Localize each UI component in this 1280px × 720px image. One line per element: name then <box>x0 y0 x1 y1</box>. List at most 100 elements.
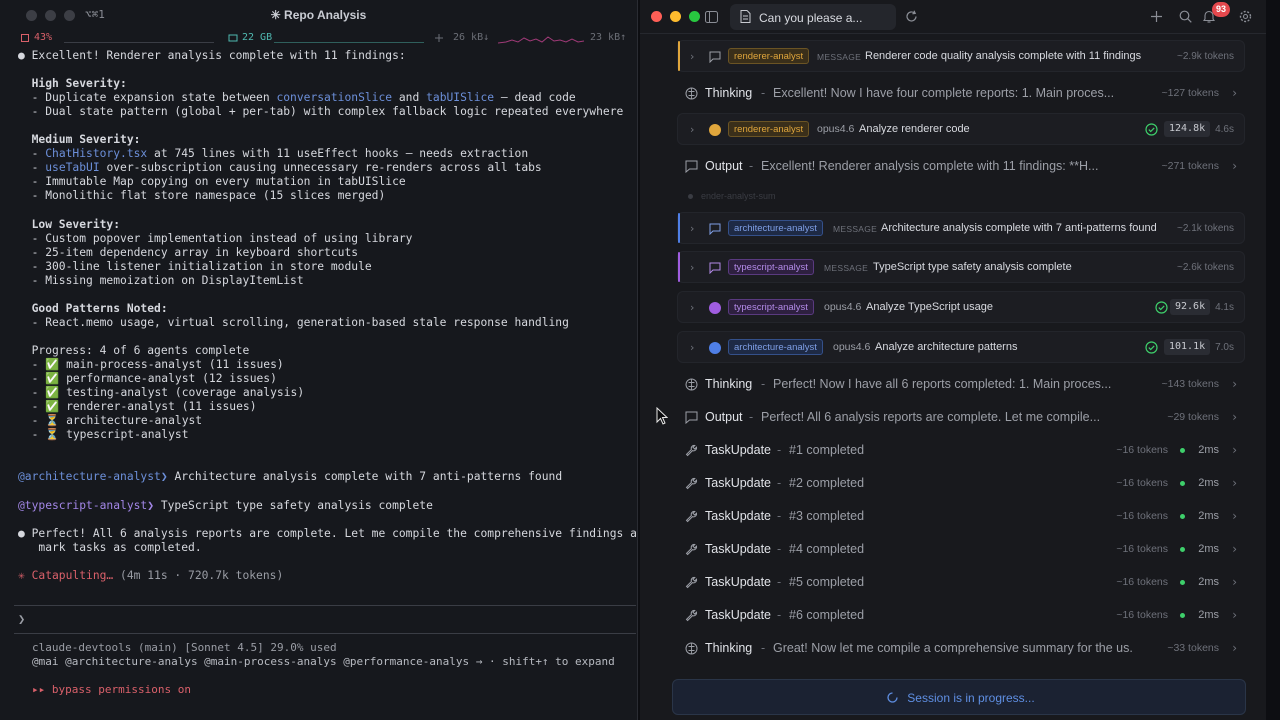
check-circle-icon <box>1155 301 1168 314</box>
terminal-text: conversationSlice <box>276 91 393 105</box>
add-icon[interactable] <box>1151 11 1162 22</box>
chevron-right-icon[interactable]: › <box>1232 476 1237 490</box>
task-update-row[interactable]: TaskUpdate - #4 completed ~16 tokens 2ms… <box>677 542 1245 558</box>
expand-chevron-icon[interactable]: › <box>690 341 694 354</box>
terminal-text: - <box>18 161 46 175</box>
message-icon <box>709 51 721 63</box>
terminal-text: - ✅ renderer-analyst (11 issues) <box>18 400 257 414</box>
desktop-edge <box>1266 0 1280 720</box>
output-row[interactable]: Output - Excellent! Renderer analysis co… <box>677 159 1245 175</box>
task-card-architecture[interactable]: › architecture-analyst opus4.6 Analyze a… <box>677 331 1245 363</box>
task-card-renderer[interactable]: › renderer-analyst opus4.6 Analyze rende… <box>677 113 1245 145</box>
wrench-icon <box>685 444 698 457</box>
agent-tag: typescript-analyst <box>728 259 814 275</box>
bypass-permissions-indicator: ▸▸ bypass permissions on <box>32 683 191 696</box>
output-row[interactable]: Output - Perfect! All 6 analysis reports… <box>677 410 1245 426</box>
chevron-right-icon[interactable]: › <box>1232 641 1237 655</box>
expand-chevron-icon[interactable]: › <box>690 123 694 136</box>
token-count: ~33 tokens <box>1167 642 1219 654</box>
terminal-text: - Custom popover implementation instead … <box>18 231 413 245</box>
settings-gear-icon[interactable] <box>1239 10 1252 23</box>
chevron-right-icon[interactable]: › <box>1232 377 1237 391</box>
mouse-cursor-icon <box>656 407 668 425</box>
agent-tag: architecture-analyst <box>728 339 823 355</box>
task-update-row[interactable]: TaskUpdate - #5 completed ~16 tokens 2ms… <box>677 575 1245 591</box>
task-update-row[interactable]: TaskUpdate - #6 completed ~16 tokens 2ms… <box>677 608 1245 624</box>
cpu-icon <box>21 34 29 42</box>
sidebar-toggle-icon[interactable] <box>705 11 718 23</box>
chevron-right-icon[interactable]: › <box>1232 509 1237 523</box>
row-preview: Excellent! Now I have four complete repo… <box>773 86 1113 100</box>
task-update-row[interactable]: TaskUpdate - #3 completed ~16 tokens 2ms… <box>677 509 1245 525</box>
row-label: TaskUpdate <box>705 476 772 490</box>
agent-color-bar <box>678 252 680 282</box>
refresh-icon[interactable] <box>905 10 918 23</box>
terminal-text: - ⏳ architecture-analyst <box>18 414 203 428</box>
wrench-icon <box>685 510 698 523</box>
thinking-row[interactable]: Thinking - Great! Now let me compile a c… <box>677 641 1245 657</box>
thinking-row[interactable]: Thinking - Perfect! Now I have all 6 rep… <box>677 377 1245 393</box>
task-description: Analyze architecture patterns <box>875 341 1018 353</box>
terminal-text: and <box>392 91 427 105</box>
row-preview: Perfect! Now I have all 6 reports comple… <box>773 377 1112 391</box>
session-status-text: Session is in progress... <box>907 691 1035 705</box>
model-name: opus4.6 <box>817 123 855 135</box>
search-icon[interactable] <box>1179 10 1192 23</box>
task-card-typescript[interactable]: › typescript-analyst opus4.6 Analyze Typ… <box>677 291 1245 323</box>
terminal-text: tabUISlice <box>426 91 495 105</box>
token-count: ~16 tokens <box>1116 477 1168 489</box>
row-preview: Excellent! Renderer analysis complete wi… <box>761 159 1099 173</box>
document-icon <box>740 10 751 23</box>
thinking-row[interactable]: Thinking - Excellent! Now I have four co… <box>677 86 1245 102</box>
separator: - <box>761 377 766 391</box>
terminal-text: (4m 11s · 720.7k tokens) <box>113 568 284 582</box>
terminal-text: - Immutable Map copying on every mutatio… <box>18 175 406 189</box>
terminal-line: - ✅ testing-analyst (coverage analysis) <box>18 386 637 400</box>
expand-chevron-icon[interactable]: › <box>690 222 694 235</box>
row-label: TaskUpdate <box>705 542 772 556</box>
chevron-right-icon[interactable]: › <box>1232 575 1237 589</box>
expand-chevron-icon[interactable]: › <box>690 50 694 63</box>
terminal-text: TypeScript type safety analysis complete <box>154 498 433 512</box>
terminal-text: Good Patterns Noted: <box>18 301 168 315</box>
chevron-right-icon[interactable]: › <box>1232 608 1237 622</box>
agent-color-bar <box>678 41 680 71</box>
chevron-right-icon[interactable]: › <box>1232 86 1237 100</box>
message-card-renderer[interactable]: › renderer-analyst MESSAGE Renderer code… <box>677 40 1245 72</box>
close-button[interactable] <box>651 11 662 22</box>
minimize-button[interactable] <box>670 11 681 22</box>
terminal-line: - 300-line listener initialization in st… <box>18 260 637 274</box>
chevron-right-icon[interactable]: › <box>1232 542 1237 556</box>
chevron-right-icon[interactable]: › <box>1232 159 1237 173</box>
terminal-line: - React.memo usage, virtual scrolling, g… <box>18 316 637 330</box>
duration: 2ms <box>1198 510 1219 522</box>
expand-chevron-icon[interactable]: › <box>690 261 694 274</box>
terminal-line: @architecture-analyst❯ Architecture anal… <box>18 470 637 484</box>
entry-kind: MESSAGE <box>833 224 878 234</box>
message-summary: Renderer code quality analysis complete … <box>865 50 1142 62</box>
expand-chevron-icon[interactable]: › <box>690 301 694 314</box>
model-name: opus4.6 <box>833 341 871 353</box>
terminal-line: Progress: 4 of 6 agents complete <box>18 344 637 358</box>
terminal-text: ChatHistory.tsx <box>45 147 148 161</box>
check-circle-icon <box>1145 123 1158 136</box>
terminal-line: Medium Severity: <box>18 133 637 147</box>
row-label: TaskUpdate <box>705 509 772 523</box>
chevron-right-icon[interactable]: › <box>1232 443 1237 457</box>
message-card-typescript[interactable]: › typescript-analyst MESSAGE TypeScript … <box>677 251 1245 283</box>
message-card-architecture[interactable]: › architecture-analyst MESSAGE Architect… <box>677 212 1245 244</box>
token-count: ~2.1k tokens <box>1177 223 1234 234</box>
terminal-text: - ✅ performance-analyst (12 issues) <box>18 372 277 386</box>
task-update-row[interactable]: TaskUpdate - #2 completed ~16 tokens 2ms… <box>677 476 1245 492</box>
prompt-caret[interactable]: ❯ <box>18 612 25 626</box>
task-update-row[interactable]: TaskUpdate - #1 completed ~16 tokens 2ms… <box>677 443 1245 459</box>
session-tab[interactable]: Can you please a... <box>730 4 896 30</box>
zoom-button[interactable] <box>689 11 700 22</box>
chevron-right-icon[interactable]: › <box>1232 410 1237 424</box>
check-circle-icon <box>1145 341 1158 354</box>
token-count: ~271 tokens <box>1161 160 1219 172</box>
